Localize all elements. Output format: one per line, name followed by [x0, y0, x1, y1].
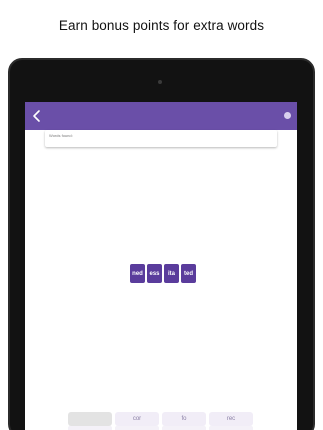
letter-option[interactable] [209, 426, 253, 430]
letter-option[interactable] [162, 426, 206, 430]
letter-option[interactable] [68, 426, 112, 430]
word-tile[interactable]: ess [147, 264, 162, 283]
promo-caption: Earn bonus points for extra words [58, 18, 265, 33]
arrow-left-icon[interactable] [31, 109, 43, 123]
letter-option[interactable]: fo [162, 412, 206, 426]
page: Earn bonus points for extra words Words … [0, 0, 323, 430]
app-bar [25, 102, 297, 130]
word-tile[interactable]: ted [181, 264, 196, 283]
word-tile[interactable]: ita [164, 264, 179, 283]
question-icon[interactable] [284, 112, 291, 119]
letter-option[interactable]: rec [209, 412, 253, 426]
camera-dot [158, 80, 162, 84]
letter-option-used[interactable] [68, 412, 112, 426]
app-screen: Words found: ned ess ita ted cor fo rec [25, 102, 297, 430]
word-tiles: ned ess ita ted [130, 264, 196, 283]
words-found-card: Words found: [45, 130, 277, 147]
word-tile[interactable]: ned [130, 264, 145, 283]
letter-option[interactable] [115, 426, 159, 430]
words-found-label: Words found: [49, 133, 73, 138]
letter-option[interactable]: cor [115, 412, 159, 426]
